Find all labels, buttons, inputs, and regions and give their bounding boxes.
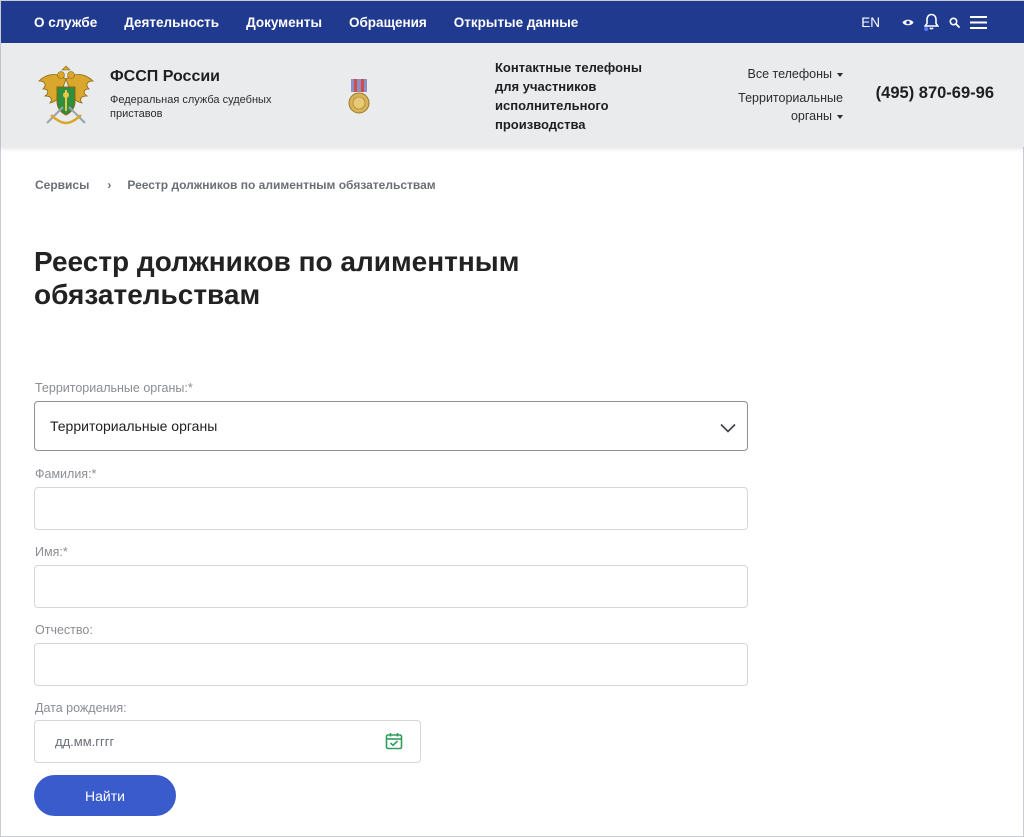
birthdate-input[interactable]: дд.мм.гггг xyxy=(34,720,421,763)
surname-input[interactable] xyxy=(34,487,748,530)
all-phones-label: Все телефоны xyxy=(747,67,832,81)
nav-item-activity[interactable]: Деятельность xyxy=(124,15,219,30)
medal-icon xyxy=(348,79,370,115)
bell-icon[interactable] xyxy=(924,13,939,31)
org-subtitle: Федеральная служба судебных приставов xyxy=(110,94,272,120)
search-icon[interactable] xyxy=(949,16,960,28)
top-navigation: О службе Деятельность Документы Обращени… xyxy=(1,1,1024,43)
patronymic-label: Отчество: xyxy=(35,623,93,637)
emblem-logo-icon[interactable] xyxy=(37,65,95,127)
eye-icon[interactable] xyxy=(902,18,914,27)
birthdate-label: Дата рождения: xyxy=(35,701,127,715)
nav-item-about[interactable]: О службе xyxy=(34,15,97,30)
name-label: Имя:* xyxy=(35,545,68,559)
nav-item-open-data[interactable]: Открытые данные xyxy=(454,15,578,30)
calendar-icon[interactable] xyxy=(385,732,403,753)
breadcrumb: Сервисы › Реестр должников по алиментным… xyxy=(35,178,436,192)
hotline-phone[interactable]: (495) 870-69-96 xyxy=(876,84,994,103)
contacts-title: Контактные телефоны для участников испол… xyxy=(495,60,643,132)
caret-down-icon xyxy=(837,72,843,77)
nav-item-appeals[interactable]: Обращения xyxy=(349,15,427,30)
breadcrumb-item-current: Реестр должников по алиментным обязатель… xyxy=(127,178,436,192)
breadcrumb-separator: › xyxy=(107,178,112,192)
birthdate-placeholder: дд.мм.гггг xyxy=(55,734,115,749)
territory-label: Территориальные органы:* xyxy=(35,381,193,395)
territory-select[interactable]: Территориальные органы xyxy=(34,401,748,451)
nav-item-documents[interactable]: Документы xyxy=(246,15,322,30)
surname-label: Фамилия:* xyxy=(35,467,97,481)
language-switch[interactable]: EN xyxy=(861,15,880,30)
site-header: ФССП России Федеральная служба судебных … xyxy=(1,43,1024,147)
breadcrumb-item-services[interactable]: Сервисы xyxy=(35,178,89,192)
top-nav-tools: EN xyxy=(861,1,987,43)
all-phones-dropdown[interactable]: Все телефоны xyxy=(747,67,843,81)
chevron-down-icon xyxy=(720,420,736,436)
menu-icon[interactable] xyxy=(970,15,987,29)
caret-down-icon xyxy=(837,114,843,119)
territory-select-value: Территориальные органы xyxy=(50,418,218,434)
name-input[interactable] xyxy=(34,565,748,608)
search-submit-button[interactable]: Найти xyxy=(34,775,176,816)
patronymic-input[interactable] xyxy=(34,643,748,686)
org-title[interactable]: ФССП России xyxy=(110,68,220,86)
territorial-organs-label: Территориальные органы xyxy=(738,91,843,123)
top-nav-links: О службе Деятельность Документы Обращени… xyxy=(34,15,605,30)
page-title: Реестр должников по алиментным обязатель… xyxy=(34,246,520,310)
territorial-organs-dropdown[interactable]: Территориальные органы xyxy=(703,89,843,125)
